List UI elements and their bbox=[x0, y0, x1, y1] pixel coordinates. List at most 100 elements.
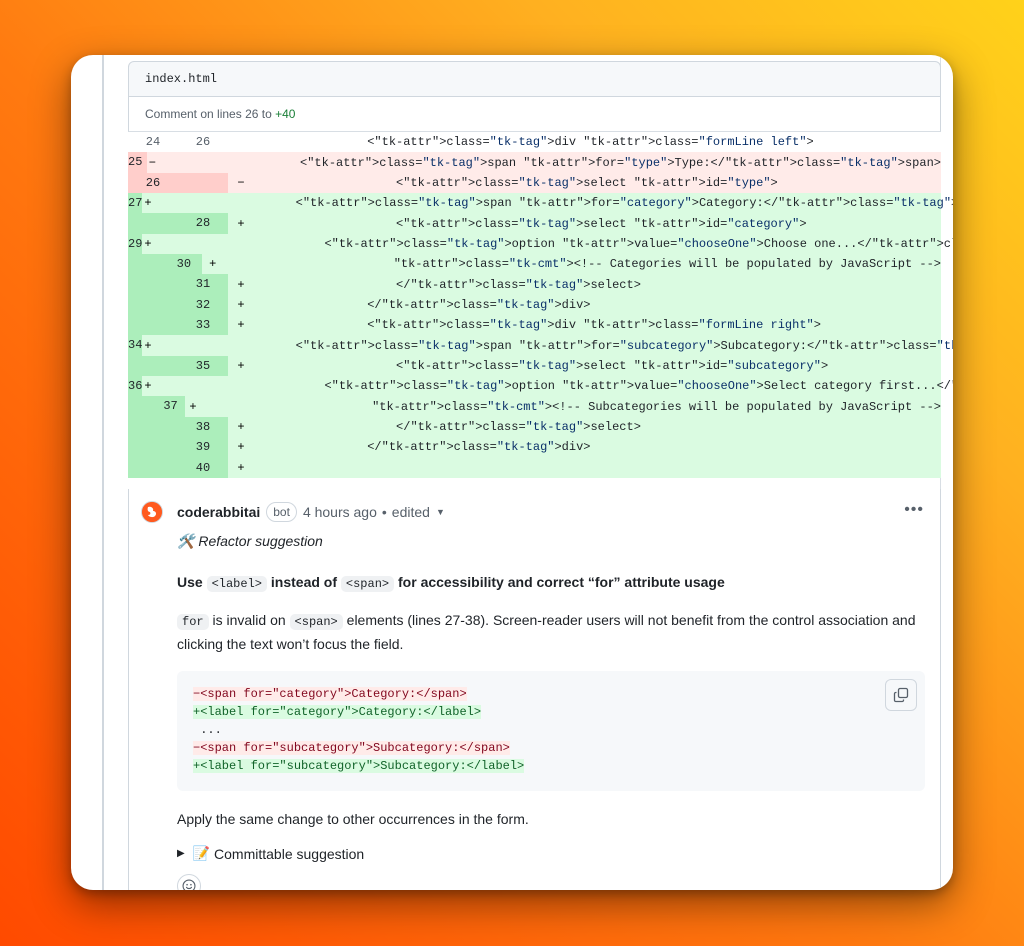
para-code-span: <span> bbox=[289, 614, 343, 630]
old-line-number[interactable] bbox=[128, 294, 178, 316]
old-line-number[interactable] bbox=[128, 416, 178, 438]
diff-line[interactable]: 27 + <"tk-attr">class="tk-tag">span "tk-a… bbox=[128, 193, 953, 214]
code-text: <"tk-attr">class="tk-tag">span "tk-attr"… bbox=[151, 196, 953, 211]
heading-code-label: <label> bbox=[206, 576, 267, 592]
caret-down-icon[interactable]: ▼ bbox=[436, 507, 445, 517]
new-line-number[interactable]: 33 bbox=[178, 315, 228, 336]
smiley-icon bbox=[182, 879, 196, 890]
para-text-1: is invalid on bbox=[212, 612, 286, 628]
heading-text-1: Use bbox=[177, 574, 203, 590]
copy-button[interactable] bbox=[885, 679, 917, 711]
para-code-for: for bbox=[177, 614, 209, 630]
diff-line[interactable]: 39 + </"tk-attr">class="tk-tag">div> bbox=[128, 437, 941, 458]
new-line-number[interactable]: 29 bbox=[128, 233, 143, 255]
new-line-number[interactable]: 40 bbox=[178, 457, 228, 478]
old-line-number[interactable] bbox=[128, 437, 178, 458]
code-text: </"tk-attr">class="tk-tag">div> bbox=[252, 440, 591, 455]
suggestion-code-block: −<span for="category">Category:</span> +<… bbox=[177, 671, 925, 791]
old-line-number[interactable] bbox=[128, 213, 178, 234]
diff-line[interactable]: 28 + <"tk-attr">class="tk-tag">select "tk… bbox=[128, 213, 941, 234]
code-text: </"tk-attr">class="tk-tag">select> bbox=[252, 277, 641, 292]
suggestion-line-text: ... bbox=[193, 723, 222, 737]
heading-code-span: <span> bbox=[340, 576, 395, 592]
diff-line[interactable]: 29 + <"tk-attr">class="tk-tag">option "tk… bbox=[128, 233, 953, 255]
old-line-number[interactable] bbox=[128, 355, 178, 377]
avatar[interactable] bbox=[141, 501, 163, 523]
coderabbit-avatar-icon bbox=[142, 502, 162, 522]
new-line-number[interactable]: 31 bbox=[178, 274, 228, 295]
code-text: </"tk-attr">class="tk-tag">select> bbox=[252, 419, 641, 434]
timeline-rail bbox=[102, 55, 104, 890]
suggestion-line: −<span for="subcategory">Subcategory:</s… bbox=[193, 739, 909, 757]
file-name[interactable]: index.html bbox=[145, 72, 217, 86]
diff-line[interactable]: 31 + </"tk-attr">class="tk-tag">select> bbox=[128, 274, 941, 295]
new-line-number[interactable]: 32 bbox=[178, 294, 228, 316]
author-name[interactable]: coderabbitai bbox=[177, 504, 260, 520]
committable-suggestion-toggle[interactable]: ▶ 📝 Committable suggestion bbox=[177, 845, 927, 862]
new-line-number[interactable]: 34 bbox=[128, 335, 143, 356]
diff-line[interactable]: 33 + <"tk-attr">class="tk-tag">div "tk-at… bbox=[128, 315, 941, 336]
old-line-number[interactable] bbox=[128, 274, 178, 295]
review-comment: coderabbitai bot 4 hours ago • edited ▼ … bbox=[128, 489, 941, 890]
diff-marker: + bbox=[144, 236, 152, 251]
kebab-menu-icon[interactable]: ••• bbox=[904, 501, 924, 519]
comment-prefix: Comment on lines bbox=[145, 107, 242, 121]
diff-marker: − bbox=[148, 155, 156, 170]
comment-body: 🛠️ Refactor suggestion Use <label> inste… bbox=[177, 533, 927, 890]
old-line-number[interactable]: 25 bbox=[128, 152, 143, 173]
committable-label[interactable]: Committable suggestion bbox=[214, 846, 364, 862]
apply-note: Apply the same change to other occurrenc… bbox=[177, 811, 529, 827]
old-line-number[interactable]: 24 bbox=[128, 132, 178, 152]
diff-line[interactable]: 25− <"tk-attr">class="tk-tag">span "tk-a… bbox=[128, 152, 941, 173]
new-line-number[interactable] bbox=[178, 172, 228, 194]
diff-line[interactable]: 38 + </"tk-attr">class="tk-tag">select> bbox=[128, 416, 941, 438]
diff-line[interactable]: 36 + <"tk-attr">class="tk-tag">option "tk… bbox=[128, 376, 953, 397]
diff-panel: index.html Comment on lines 26 to +40 24… bbox=[128, 61, 953, 890]
edited-label[interactable]: edited bbox=[392, 504, 430, 520]
old-line-number[interactable] bbox=[128, 254, 166, 275]
new-line-number[interactable]: 39 bbox=[178, 437, 228, 458]
old-line-number[interactable]: 26 bbox=[128, 172, 178, 194]
new-line-number[interactable]: 30 bbox=[165, 254, 203, 275]
diff-marker: − bbox=[237, 175, 245, 190]
diff-line[interactable]: 35 + <"tk-attr">class="tk-tag">select "tk… bbox=[128, 355, 941, 377]
suggestion-line-text: −<span for="category">Category:</span> bbox=[193, 687, 467, 701]
new-line-number[interactable]: 37 bbox=[156, 396, 185, 417]
code-text: <"tk-attr">class="tk-tag">select "tk-att… bbox=[252, 175, 778, 190]
new-line-number[interactable]: 27 bbox=[128, 193, 143, 214]
code-text: <"tk-attr">class="tk-tag">select "tk-att… bbox=[252, 358, 829, 373]
new-line-number[interactable]: 28 bbox=[178, 213, 228, 234]
code-text: "tk-attr">class="tk-cmt"><!-- Subcategor… bbox=[372, 399, 941, 414]
suggestion-line: +<label for="subcategory">Subcategory:</… bbox=[193, 757, 909, 775]
new-line-number[interactable]: 26 bbox=[178, 132, 228, 152]
new-line-number[interactable]: 36 bbox=[128, 376, 143, 397]
old-line-number[interactable] bbox=[128, 315, 178, 336]
add-reaction-button[interactable] bbox=[177, 874, 201, 890]
diff-marker: + bbox=[237, 318, 245, 333]
diff-line[interactable]: 34 + <"tk-attr">class="tk-tag">span "tk-a… bbox=[128, 335, 953, 356]
disclosure-triangle-icon[interactable]: ▶ bbox=[177, 848, 185, 859]
tools-icon: 🛠️ bbox=[177, 533, 195, 549]
suggestion-heading: Use <label> instead of <span> for access… bbox=[177, 574, 927, 592]
copy-icon bbox=[893, 687, 909, 703]
diff-line[interactable]: 40 + bbox=[128, 457, 941, 478]
review-card: index.html Comment on lines 26 to +40 24… bbox=[71, 55, 953, 890]
old-line-number[interactable] bbox=[128, 396, 157, 417]
comment-meta: coderabbitai bot 4 hours ago • edited ▼ bbox=[177, 502, 445, 522]
diff-line[interactable]: 32 + </"tk-attr">class="tk-tag">div> bbox=[128, 294, 941, 316]
old-line-number[interactable] bbox=[128, 457, 178, 478]
new-line-number[interactable]: 38 bbox=[178, 416, 228, 438]
diff-line[interactable]: 24 26 <"tk-attr">class="tk-tag">div "tk-a… bbox=[128, 132, 941, 153]
diff-marker: + bbox=[144, 196, 152, 211]
explanation-paragraph: for is invalid on <span> elements (lines… bbox=[177, 609, 927, 655]
diff-line[interactable]: 30 + "tk-attr">class="tk-cmt"><!-- Catego… bbox=[128, 254, 941, 275]
diff-line[interactable]: 26 − <"tk-attr">class="tk-tag">select "tk… bbox=[128, 172, 941, 194]
diff-line[interactable]: 37 + "tk-attr">class="tk-cmt"><!-- Subcat… bbox=[128, 396, 941, 417]
new-line-number[interactable] bbox=[142, 152, 147, 173]
code-text: <"tk-attr">class="tk-tag">div "tk-attr">… bbox=[252, 135, 814, 150]
code-text: <"tk-attr">class="tk-tag">div "tk-attr">… bbox=[252, 318, 821, 333]
code-text: "tk-attr">class="tk-cmt"><!-- Categories… bbox=[393, 257, 941, 272]
comment-time[interactable]: 4 hours ago bbox=[303, 504, 377, 520]
comment-to-word: to bbox=[261, 107, 272, 121]
new-line-number[interactable]: 35 bbox=[178, 355, 228, 377]
